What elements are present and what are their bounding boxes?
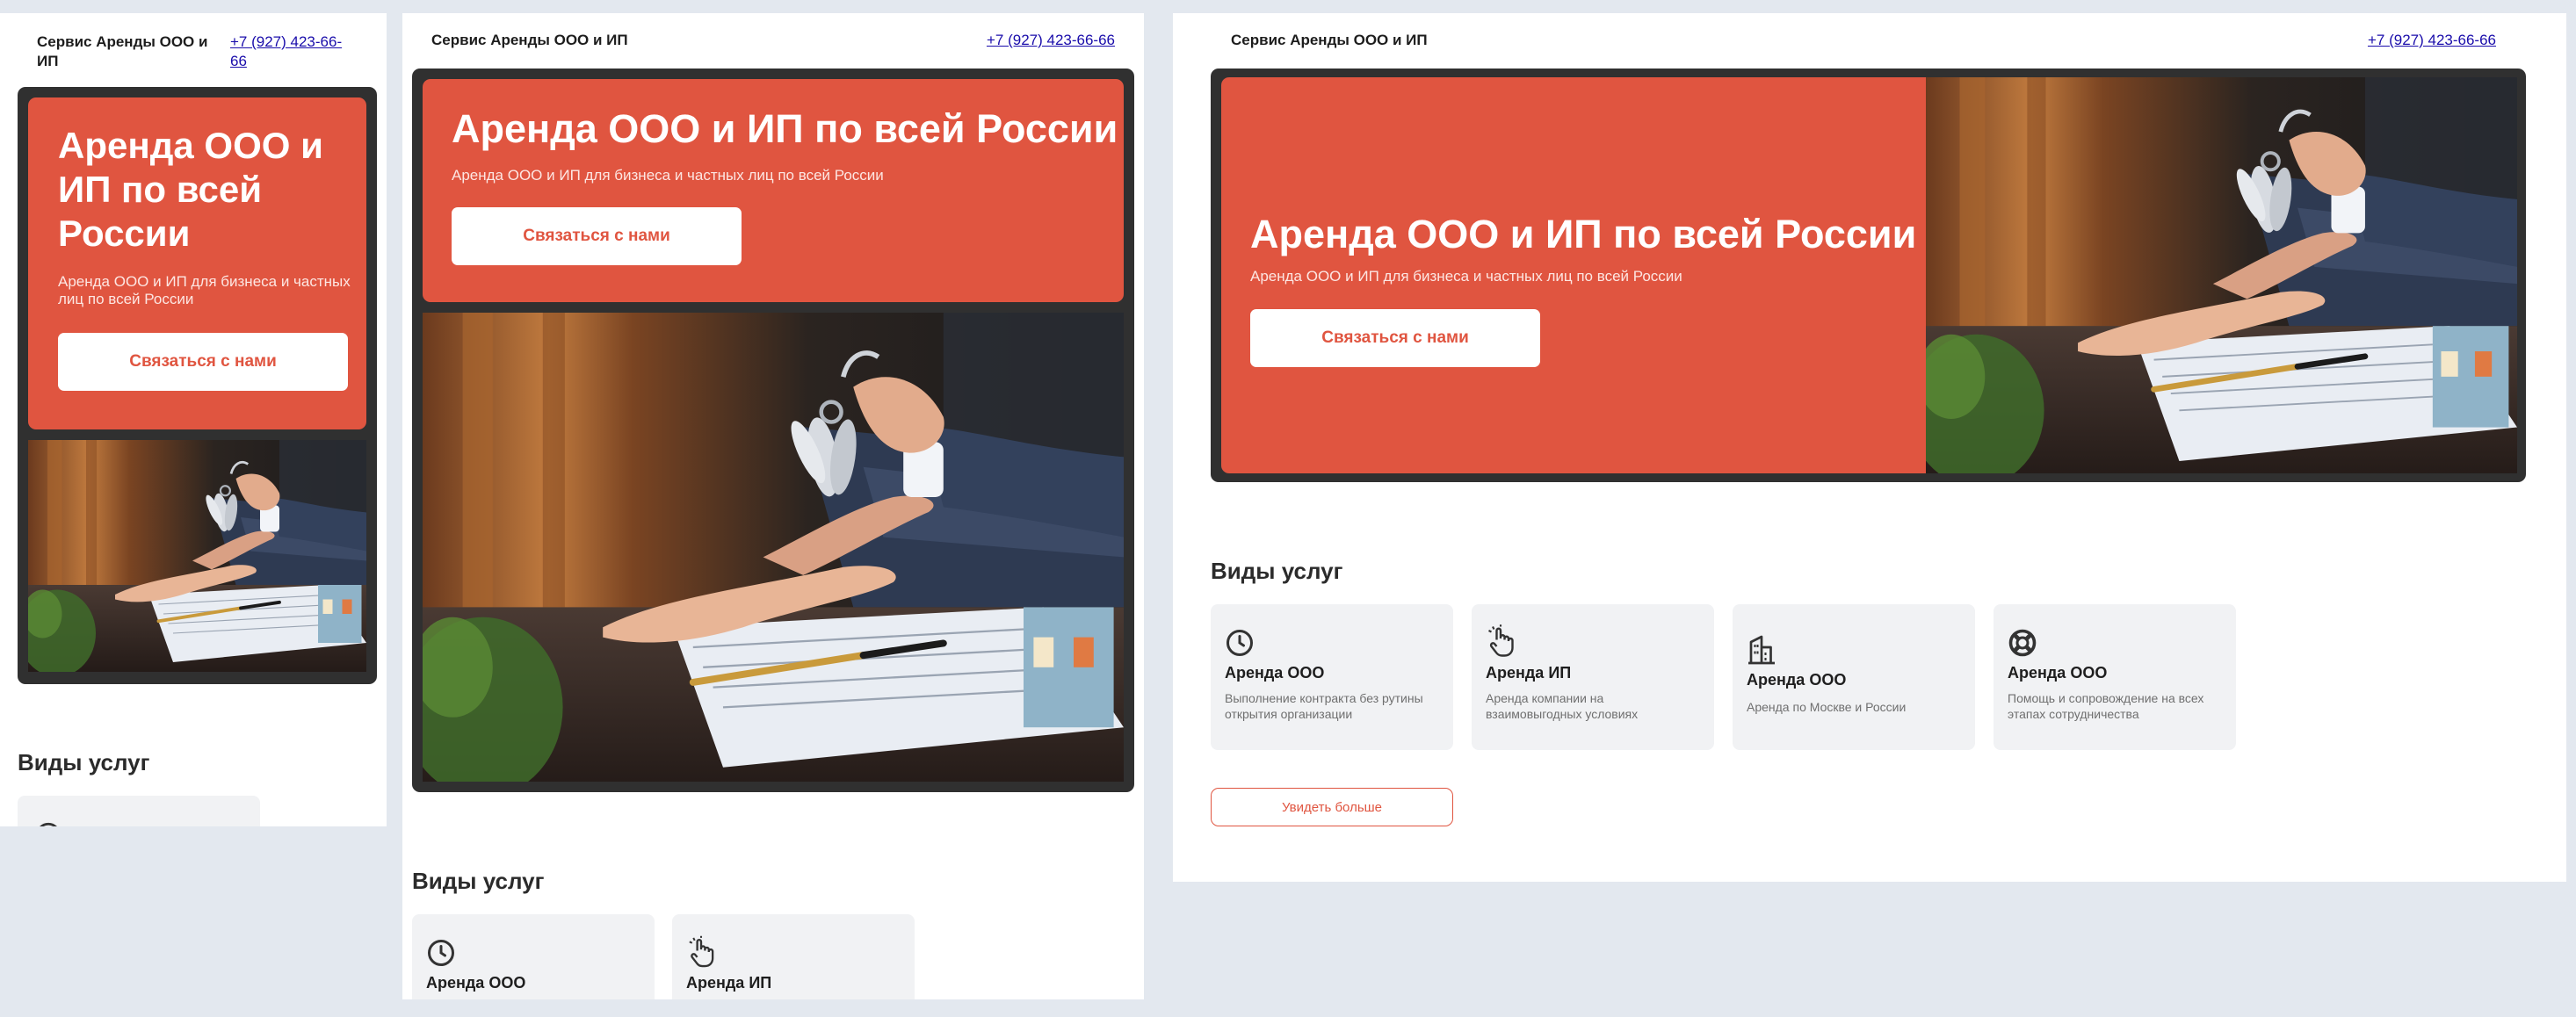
service-card-desc: Помощь и сопровождение на всех этапах со… [2008,691,2204,722]
clock-icon [39,822,58,826]
hero-subtitle: Аренда ООО и ИП для бизнеса и частных ли… [1250,268,1682,285]
hero-block: Аренда ООО и ИП по всей России Аренда ОО… [1211,69,2526,482]
clock-icon [428,940,454,966]
services-title: Виды услуг [412,868,545,894]
tablet-preview-frame: Сервис Аренды ООО и ИП +7 (927) 423-66-6… [402,13,1144,999]
service-card[interactable]: Аренда ООО Помощь и сопровождение на все… [1994,604,2236,750]
site-header: Сервис Аренды ООО и ИП +7 (927) 423-66-6… [1231,31,2496,50]
service-card[interactable]: Аренда ИП Аренда компании на взаимовыгод… [1472,604,1714,750]
keys-handover-image [1926,77,2517,473]
service-card[interactable] [18,796,260,826]
desktop-preview-frame: Сервис Аренды ООО и ИП +7 (927) 423-66-6… [1173,13,2566,882]
hero-photo [28,440,366,672]
contact-us-button[interactable]: Связаться с нами [1250,309,1540,367]
hero-block: Аренда ООО и ИП по всей России Аренда ОО… [412,69,1134,792]
hero-subtitle: Аренда ООО и ИП для бизнеса и частных ли… [452,167,884,184]
services-title: Виды услуг [18,749,150,775]
hero-subtitle: Аренда ООО и ИП для бизнеса и частных ли… [58,273,351,307]
hero-title: Аренда ООО и ИП по всей России [452,106,1118,151]
service-card-desc: Аренда по Москве и России [1747,700,1907,714]
phone-link[interactable]: +7 (927) 423-66-66 [2368,31,2496,50]
phone-link[interactable]: +7 (927) 423-66-66 [230,32,353,71]
service-card-title: Аренда ИП [1486,664,1572,682]
hero-red-panel: Аренда ООО и ИП по всей России Аренда ОО… [423,79,1124,302]
service-card-title: Аренда ООО [426,974,526,992]
hero-title: Аренда ООО и ИП по всей России [1250,212,1917,256]
hero-photo [423,313,1124,782]
brand-name: Сервис Аренды ООО и ИП [37,33,208,69]
keys-handover-image [28,440,366,672]
contact-us-button[interactable]: Связаться с нами [58,333,348,391]
service-card[interactable]: Аренда ООО [412,914,655,999]
hand-pointer-icon [689,935,714,968]
service-card-title: Аренда ООО [2008,664,2108,682]
mobile-preview-frame: Сервис Аренды ООО и ИП +7 (927) 423-66-6… [0,13,387,826]
services-title: Виды услуг [1211,558,1343,584]
phone-link[interactable]: +7 (927) 423-66-66 [987,31,1115,50]
buildings-icon [1748,635,1775,665]
brand-name: Сервис Аренды ООО и ИП [431,32,628,48]
service-card[interactable]: Аренда ИП [672,914,915,999]
service-card-title: Аренда ООО [1225,664,1325,682]
clock-icon [1226,630,1253,656]
contact-us-button[interactable]: Связаться с нами [452,207,742,265]
service-card-title: Аренда ИП [686,974,772,992]
hand-pointer-icon [1488,624,1514,657]
hero-red-panel: Аренда ООО и ИП по всей России Аренда ОО… [28,97,366,429]
hero-photo [1926,77,2517,473]
hero-red-panel: Аренда ООО и ИП по всей России Аренда ОО… [1221,77,1926,473]
lifebuoy-icon [2008,629,2037,657]
service-card-desc: Аренда компании на взаимовыгодных услови… [1486,691,1639,722]
brand-name: Сервис Аренды ООО и ИП [1231,32,1428,48]
service-card[interactable]: Аренда ООО Аренда по Москве и России [1733,604,1975,750]
hero-title: Аренда ООО и ИП по всей России [58,125,323,254]
site-header: Сервис Аренды ООО и ИП +7 (927) 423-66-6… [431,31,1115,50]
keys-handover-image [423,313,1124,782]
site-header: Сервис Аренды ООО и ИП +7 (927) 423-66-6… [37,32,353,71]
see-more-button[interactable]: Увидеть больше [1211,788,1453,826]
service-card-desc: Выполнение контракта без рутины открытия… [1225,691,1423,722]
service-card[interactable]: Аренда ООО Выполнение контракта без рути… [1211,604,1453,750]
hero-block: Аренда ООО и ИП по всей России Аренда ОО… [18,87,377,684]
service-card-title: Аренда ООО [1747,671,1847,689]
